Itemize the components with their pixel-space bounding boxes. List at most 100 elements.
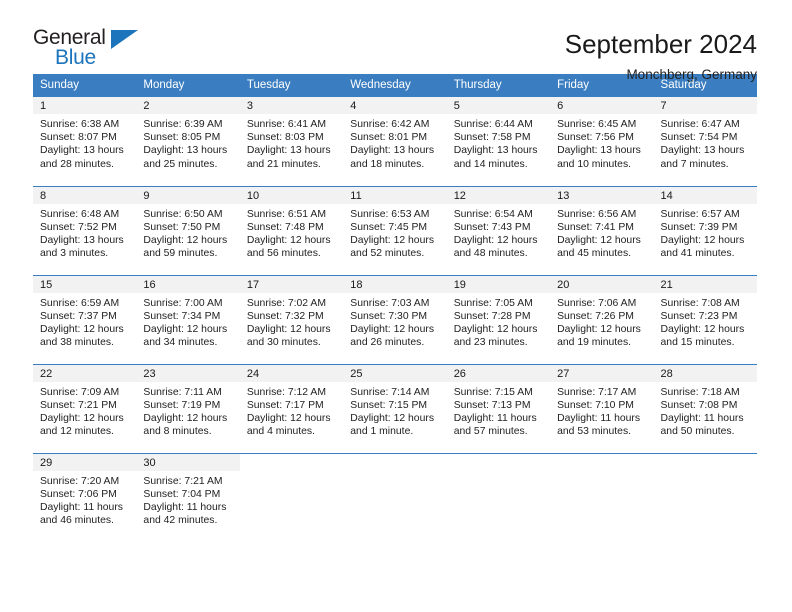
- day-sun-info: Sunrise: 7:06 AM Sunset: 7:26 PM Daylight:…: [550, 293, 653, 350]
- weekday-header-thursday: Thursday: [446, 74, 551, 97]
- calendar-body: 1 Sunrise: 6:38 AM Sunset: 8:07 PM Daylight…: [33, 97, 757, 542]
- day-sun-info: Sunrise: 7:09 AM Sunset: 7:21 PM Daylight:…: [33, 382, 136, 439]
- daylight-text-line1: Daylight: 11 hours: [453, 412, 537, 424]
- sunrise-text: Sunrise: 7:00 AM: [143, 297, 223, 309]
- calendar-day-cell[interactable]: 10 Sunrise: 6:51 AM Sunset: 7:48 PM Dayligh…: [239, 185, 344, 275]
- calendar-day-cell[interactable]: 17 Sunrise: 7:02 AM Sunset: 7:32 PM Dayligh…: [239, 274, 344, 364]
- daylight-text-line1: Daylight: 12 hours: [143, 234, 228, 246]
- sunrise-text: Sunrise: 6:45 AM: [557, 119, 637, 130]
- day-cell-content: 24 Sunrise: 7:12 AM Sunset: 7:17 PM Dayligh…: [239, 364, 344, 453]
- calendar-day-cell[interactable]: 14 Sunrise: 6:57 AM Sunset: 7:39 PM Dayligh…: [653, 185, 757, 275]
- calendar-day-cell[interactable]: 13 Sunrise: 6:56 AM Sunset: 7:41 PM Dayligh…: [550, 185, 654, 275]
- daylight-text-line1: Daylight: 12 hours: [660, 323, 745, 335]
- daylight-text-line2: and 46 minutes.: [40, 515, 114, 527]
- sunrise-text: Sunrise: 7:06 AM: [557, 297, 637, 309]
- day-sun-info: Sunrise: 7:20 AM Sunset: 7:06 PM Daylight:…: [33, 471, 136, 528]
- calendar-day-cell[interactable]: 25 Sunrise: 7:14 AM Sunset: 7:15 PM Dayligh…: [343, 363, 447, 453]
- calendar-day-cell[interactable]: 24 Sunrise: 7:12 AM Sunset: 7:17 PM Dayligh…: [239, 363, 344, 453]
- calendar-day-cell[interactable]: 27 Sunrise: 7:17 AM Sunset: 7:10 PM Dayligh…: [550, 363, 654, 453]
- calendar-day-cell: [550, 452, 654, 542]
- sunset-text: Sunset: 7:39 PM: [660, 221, 738, 233]
- sunrise-text: Sunrise: 7:12 AM: [246, 386, 326, 398]
- calendar-day-cell[interactable]: 3 Sunrise: 6:41 AM Sunset: 8:03 PM Daylight…: [239, 97, 344, 186]
- title-block: September 2024 Monchberg, Germany: [565, 27, 757, 85]
- sunrise-text: Sunrise: 7:09 AM: [40, 386, 120, 398]
- calendar-day-cell[interactable]: 28 Sunrise: 7:18 AM Sunset: 7:08 PM Dayligh…: [653, 363, 757, 453]
- calendar-day-cell[interactable]: 9 Sunrise: 6:50 AM Sunset: 7:50 PM Daylight…: [136, 185, 240, 275]
- daylight-text-line2: and 8 minutes.: [143, 426, 212, 438]
- sunset-text: Sunset: 7:08 PM: [660, 399, 738, 411]
- calendar-day-cell[interactable]: 29 Sunrise: 7:20 AM Sunset: 7:06 PM Dayligh…: [33, 452, 137, 542]
- daylight-text-line2: and 48 minutes.: [453, 248, 528, 260]
- day-number: 17: [239, 275, 344, 293]
- day-sun-info: Sunrise: 7:03 AM Sunset: 7:30 PM Daylight:…: [343, 293, 446, 350]
- sunrise-text: Sunrise: 7:08 AM: [660, 297, 740, 309]
- day-sun-info: Sunrise: 7:11 AM Sunset: 7:19 PM Daylight:…: [136, 382, 239, 439]
- sunrise-text: Sunrise: 6:41 AM: [246, 119, 326, 130]
- calendar-day-cell[interactable]: 22 Sunrise: 7:09 AM Sunset: 7:21 PM Dayligh…: [33, 363, 137, 453]
- day-cell-content: 4 Sunrise: 6:42 AM Sunset: 8:01 PM Daylight…: [343, 97, 447, 186]
- day-sun-info: Sunrise: 6:38 AM Sunset: 8:07 PM Daylight:…: [33, 114, 136, 171]
- sunset-text: Sunset: 7:04 PM: [143, 488, 221, 500]
- calendar-day-cell[interactable]: 11 Sunrise: 6:53 AM Sunset: 7:45 PM Dayligh…: [343, 185, 447, 275]
- daylight-text-line1: Daylight: 12 hours: [660, 234, 745, 246]
- day-sun-info: Sunrise: 6:48 AM Sunset: 7:52 PM Daylight:…: [33, 204, 136, 261]
- page-header: General Blue September 2024 Monchberg, G…: [0, 0, 792, 82]
- daylight-text-line2: and 28 minutes.: [40, 158, 114, 170]
- sunrise-text: Sunrise: 7:03 AM: [350, 297, 430, 309]
- calendar-day-cell[interactable]: 12 Sunrise: 6:54 AM Sunset: 7:43 PM Dayligh…: [446, 185, 551, 275]
- calendar-day-cell[interactable]: 26 Sunrise: 7:15 AM Sunset: 7:13 PM Dayligh…: [446, 363, 551, 453]
- calendar-day-cell[interactable]: 6 Sunrise: 6:45 AM Sunset: 7:56 PM Daylight…: [550, 97, 654, 186]
- sunrise-text: Sunrise: 6:39 AM: [143, 119, 223, 130]
- sunrise-text: Sunrise: 7:14 AM: [350, 386, 430, 398]
- calendar-day-cell: [343, 452, 447, 542]
- day-number: 13: [550, 186, 654, 204]
- day-sun-info: Sunrise: 7:18 AM Sunset: 7:08 PM Daylight:…: [654, 382, 757, 439]
- day-cell-content: 12 Sunrise: 6:54 AM Sunset: 7:43 PM Dayligh…: [446, 186, 551, 275]
- day-sun-info: Sunrise: 6:50 AM Sunset: 7:50 PM Daylight:…: [136, 204, 239, 261]
- day-sun-info: Sunrise: 7:21 AM Sunset: 7:04 PM Daylight:…: [136, 471, 239, 528]
- calendar-day-cell[interactable]: 8 Sunrise: 6:48 AM Sunset: 7:52 PM Daylight…: [33, 185, 137, 275]
- weekday-header-wednesday: Wednesday: [343, 74, 447, 97]
- calendar-day-cell[interactable]: 4 Sunrise: 6:42 AM Sunset: 8:01 PM Daylight…: [343, 97, 447, 186]
- page-title: September 2024: [564, 29, 757, 59]
- sunrise-text: Sunrise: 6:54 AM: [453, 208, 533, 220]
- sunset-text: Sunset: 7:26 PM: [557, 310, 634, 322]
- day-sun-info: Sunrise: 7:08 AM Sunset: 7:23 PM Daylight:…: [654, 293, 757, 350]
- calendar-day-cell[interactable]: 21 Sunrise: 7:08 AM Sunset: 7:23 PM Dayligh…: [653, 274, 757, 364]
- daylight-text-line2: and 10 minutes.: [557, 158, 632, 170]
- general-blue-logo[interactable]: General Blue: [33, 27, 143, 73]
- day-number: 1: [33, 97, 137, 114]
- calendar-day-cell[interactable]: 20 Sunrise: 7:06 AM Sunset: 7:26 PM Dayligh…: [550, 274, 654, 364]
- calendar-day-cell[interactable]: 7 Sunrise: 6:47 AM Sunset: 7:54 PM Daylight…: [653, 97, 757, 186]
- calendar-day-cell[interactable]: 1 Sunrise: 6:38 AM Sunset: 8:07 PM Daylight…: [33, 97, 137, 186]
- calendar-day-cell[interactable]: 30 Sunrise: 7:21 AM Sunset: 7:04 PM Dayligh…: [136, 452, 240, 543]
- day-sun-info: Sunrise: 6:57 AM Sunset: 7:39 PM Daylight:…: [654, 204, 757, 261]
- day-number: 9: [136, 186, 240, 204]
- daylight-text-line2: and 1 minute.: [350, 426, 414, 438]
- day-sun-info: Sunrise: 7:00 AM Sunset: 7:34 PM Daylight:…: [136, 293, 239, 350]
- daylight-text-line2: and 30 minutes.: [246, 337, 321, 349]
- sunrise-text: Sunrise: 7:18 AM: [660, 386, 740, 398]
- day-cell-content: 23 Sunrise: 7:11 AM Sunset: 7:19 PM Dayligh…: [136, 364, 240, 453]
- day-number: 22: [33, 364, 137, 382]
- day-number: 26: [446, 364, 551, 382]
- day-number: 6: [550, 97, 654, 114]
- daylight-text-line2: and 57 minutes.: [453, 426, 528, 438]
- sunrise-text: Sunrise: 7:11 AM: [143, 386, 222, 398]
- calendar-day-cell[interactable]: 18 Sunrise: 7:03 AM Sunset: 7:30 PM Dayligh…: [343, 274, 447, 364]
- calendar-day-cell[interactable]: 23 Sunrise: 7:11 AM Sunset: 7:19 PM Dayligh…: [136, 363, 240, 453]
- daylight-text-line1: Daylight: 11 hours: [557, 412, 641, 424]
- day-cell-content: 30 Sunrise: 7:21 AM Sunset: 7:04 PM Dayligh…: [136, 453, 240, 543]
- calendar-day-cell[interactable]: 16 Sunrise: 7:00 AM Sunset: 7:34 PM Dayligh…: [136, 274, 240, 364]
- sunset-text: Sunset: 7:21 PM: [40, 399, 117, 411]
- daylight-text-line1: Daylight: 13 hours: [350, 145, 435, 157]
- calendar-day-cell[interactable]: 5 Sunrise: 6:44 AM Sunset: 7:58 PM Daylight…: [446, 97, 551, 186]
- calendar-day-cell[interactable]: 15 Sunrise: 6:59 AM Sunset: 7:37 PM Dayligh…: [33, 274, 137, 364]
- daylight-text-line2: and 45 minutes.: [557, 248, 632, 260]
- sunrise-text: Sunrise: 6:56 AM: [557, 208, 637, 220]
- daylight-text-line2: and 34 minutes.: [143, 337, 218, 349]
- calendar-day-cell[interactable]: 19 Sunrise: 7:05 AM Sunset: 7:28 PM Dayligh…: [446, 274, 551, 364]
- sunset-text: Sunset: 7:54 PM: [660, 132, 738, 144]
- calendar-day-cell[interactable]: 2 Sunrise: 6:39 AM Sunset: 8:05 PM Daylight…: [136, 97, 240, 186]
